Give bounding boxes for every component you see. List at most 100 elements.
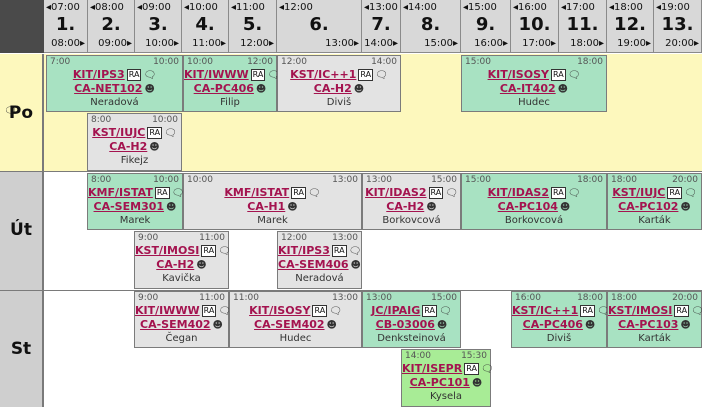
course-link[interactable]: KST/IUJC [612, 186, 665, 199]
course-link[interactable]: KIT/IWWW [184, 68, 249, 81]
person-icon[interactable]: ☻ [354, 84, 364, 95]
event-card[interactable]: 11:00 13:00 KIT/ISOSY RA 🗨 CA-SEM402 ☻ Hudec [229, 291, 362, 348]
ra-badge[interactable]: RA [250, 69, 266, 81]
note-icon[interactable]: 🗨 [684, 188, 697, 199]
course-link[interactable]: KIT/ISEPR [402, 362, 462, 375]
person-icon[interactable]: ☻ [585, 320, 595, 331]
course-link[interactable]: KST/IC++1 [290, 68, 356, 81]
room-link[interactable]: CA-PC406 [523, 318, 583, 331]
note-icon[interactable]: 🗨 [568, 188, 581, 199]
note-icon[interactable]: 🗨 [164, 128, 177, 139]
event-card[interactable]: 16:00 18:00 KST/IC++1 RA 🗨 CA-PC406 ☻ Diviš [511, 291, 610, 348]
note-icon[interactable]: 🗨 [445, 188, 458, 199]
person-icon[interactable]: ☻ [472, 378, 482, 389]
person-icon[interactable]: ☻ [166, 202, 176, 213]
course-link[interactable]: KST/IMOSI [608, 304, 672, 317]
person-icon[interactable]: ☻ [680, 320, 690, 331]
course-link[interactable]: KIT/IPS3 [73, 68, 125, 81]
course-link[interactable]: KIT/IWWW [135, 304, 200, 317]
course-link[interactable]: KMF/ISTAT [224, 186, 289, 199]
event-card[interactable]: 8:00 10:00 KMF/ISTAT RA 🗨 CA-SEM301 ☻ Marek [87, 173, 184, 230]
ra-badge[interactable]: RA [422, 305, 437, 317]
event-card[interactable]: 18:00 20:00 KST/IUJC RA 🗨 CA-PC102 ☻ Karták [607, 173, 702, 230]
note-icon[interactable]: 🗨 [349, 246, 362, 257]
event-card[interactable]: 9:00 11:00 KST/IMOSI RA 🗨 CA-H2 ☻ Kavička [134, 231, 231, 289]
room-link[interactable]: CA-H2 [386, 200, 424, 213]
person-icon[interactable]: ☻ [327, 320, 337, 331]
person-icon[interactable]: ☻ [287, 202, 297, 213]
room-link[interactable]: CA-PC103 [618, 318, 678, 331]
room-link[interactable]: CA-SEM406 [278, 258, 349, 271]
event-card[interactable]: 8:00 10:00 KST/IUJC RA 🗨 CA-H2 ☻ Fikejz [87, 113, 182, 171]
ra-badge[interactable]: RA [464, 363, 479, 375]
ra-badge[interactable]: RA [550, 69, 566, 81]
course-link[interactable]: KIT/IPS3 [278, 244, 330, 257]
person-icon[interactable]: ☻ [558, 84, 568, 95]
note-icon[interactable]: 🗨 [439, 306, 452, 317]
event-card[interactable]: 14:00 15:30 KIT/ISEPR RA 🗨 CA-PC101 ☻ Kysela [401, 349, 494, 407]
room-link[interactable]: CA-PC102 [618, 200, 678, 213]
room-link[interactable]: CA-IT402 [500, 82, 556, 95]
ra-badge[interactable]: RA [291, 187, 306, 199]
note-icon[interactable]: 🗨 [218, 246, 231, 257]
ra-badge[interactable]: RA [580, 305, 595, 317]
ra-badge[interactable]: RA [331, 245, 347, 257]
room-link[interactable]: CA-PC104 [498, 200, 558, 213]
note-icon[interactable]: 🗨 [691, 306, 702, 317]
person-icon[interactable]: ☻ [256, 84, 266, 95]
course-link[interactable]: KST/IMOSI [135, 244, 199, 257]
room-link[interactable]: CB-03006 [376, 318, 435, 331]
course-link[interactable]: KIT/ISOSY [249, 304, 310, 317]
room-link[interactable]: CA-H2 [109, 140, 147, 153]
event-card[interactable]: 13:00 15:00 JC/IPAIG RA 🗨 CB-03006 ☻ Denksteino… [362, 291, 461, 348]
course-link[interactable]: KMF/ISTAT [88, 186, 153, 199]
ra-badge[interactable]: RA [358, 69, 374, 81]
course-link[interactable]: KST/IC++1 [512, 304, 578, 317]
room-link[interactable]: CA-SEM402 [254, 318, 325, 331]
ra-badge[interactable]: RA [667, 187, 683, 199]
course-link[interactable]: KIT/ISOSY [488, 68, 549, 81]
course-link[interactable]: JC/IPAIG [371, 304, 420, 317]
person-icon[interactable]: ☻ [560, 202, 570, 213]
ra-badge[interactable]: RA [551, 187, 566, 199]
ra-badge[interactable]: RA [312, 305, 328, 317]
ra-badge[interactable]: RA [126, 69, 142, 81]
room-link[interactable]: CA-H1 [247, 200, 285, 213]
person-icon[interactable]: ☻ [680, 202, 690, 213]
event-card[interactable]: 7:00 10:00 KIT/IPS3 RA 🗨 CA-NET102 ☻ Neradová [46, 55, 183, 112]
event-card[interactable]: 12:00 13:00 KIT/IPS3 RA 🗨 CA-SEM406 ☻ Neradová [277, 231, 362, 289]
ra-badge[interactable]: RA [147, 127, 163, 139]
note-icon[interactable]: 🗨 [568, 70, 581, 81]
course-link[interactable]: KIT/IDAS2 [365, 186, 426, 199]
room-link[interactable]: CA-PC406 [194, 82, 254, 95]
event-card[interactable]: 18:00 20:00 KST/IMOSI RA 🗨 CA-PC103 ☻ Karták [607, 291, 702, 348]
event-card[interactable]: 15:00 18:00 KIT/ISOSY RA 🗨 CA-IT402 ☻ Hudec [461, 55, 607, 112]
person-icon[interactable]: ☻ [437, 320, 447, 331]
ra-badge[interactable]: RA [201, 245, 217, 257]
room-link[interactable]: CA-NET102 [74, 82, 142, 95]
ra-badge[interactable]: RA [428, 187, 444, 199]
course-link[interactable]: KST/IUJC [92, 126, 145, 139]
person-icon[interactable]: ☻ [426, 202, 436, 213]
room-link[interactable]: CA-H2 [156, 258, 194, 271]
event-card[interactable]: 10:00 12:00 KIT/IWWW RA 🗨 CA-PC406 ☻ Filip [183, 55, 280, 112]
note-icon[interactable]: 🗨 [143, 70, 156, 81]
event-card[interactable]: 9:00 11:00 KIT/IWWW RA 🗨 CA-SEM402 ☻ Čegan [134, 291, 231, 348]
person-icon[interactable]: ☻ [196, 260, 206, 271]
note-icon[interactable]: 🗨 [375, 70, 388, 81]
note-icon[interactable]: 🗨 [308, 188, 321, 199]
room-link[interactable]: CA-SEM402 [140, 318, 211, 331]
event-card[interactable]: 10:00 13:00 KMF/ISTAT RA 🗨 CA-H1 ☻ Marek [183, 173, 362, 230]
room-link[interactable]: CA-SEM301 [94, 200, 165, 213]
ra-badge[interactable]: RA [674, 305, 690, 317]
person-icon[interactable]: ☻ [144, 84, 154, 95]
event-card[interactable]: 13:00 15:00 KIT/IDAS2 RA 🗨 CA-H2 ☻ Borkovcová [362, 173, 461, 230]
room-link[interactable]: CA-H2 [314, 82, 352, 95]
note-icon[interactable]: 🗨 [481, 364, 494, 375]
course-link[interactable]: KIT/IDAS2 [488, 186, 549, 199]
event-card[interactable]: 15:00 18:00 KIT/IDAS2 RA 🗨 CA-PC104 ☻ Borkovcov… [461, 173, 607, 230]
person-icon[interactable]: ☻ [149, 142, 159, 153]
ra-badge[interactable]: RA [201, 305, 217, 317]
note-icon[interactable]: 🗨 [329, 306, 342, 317]
room-link[interactable]: CA-PC101 [410, 376, 470, 389]
